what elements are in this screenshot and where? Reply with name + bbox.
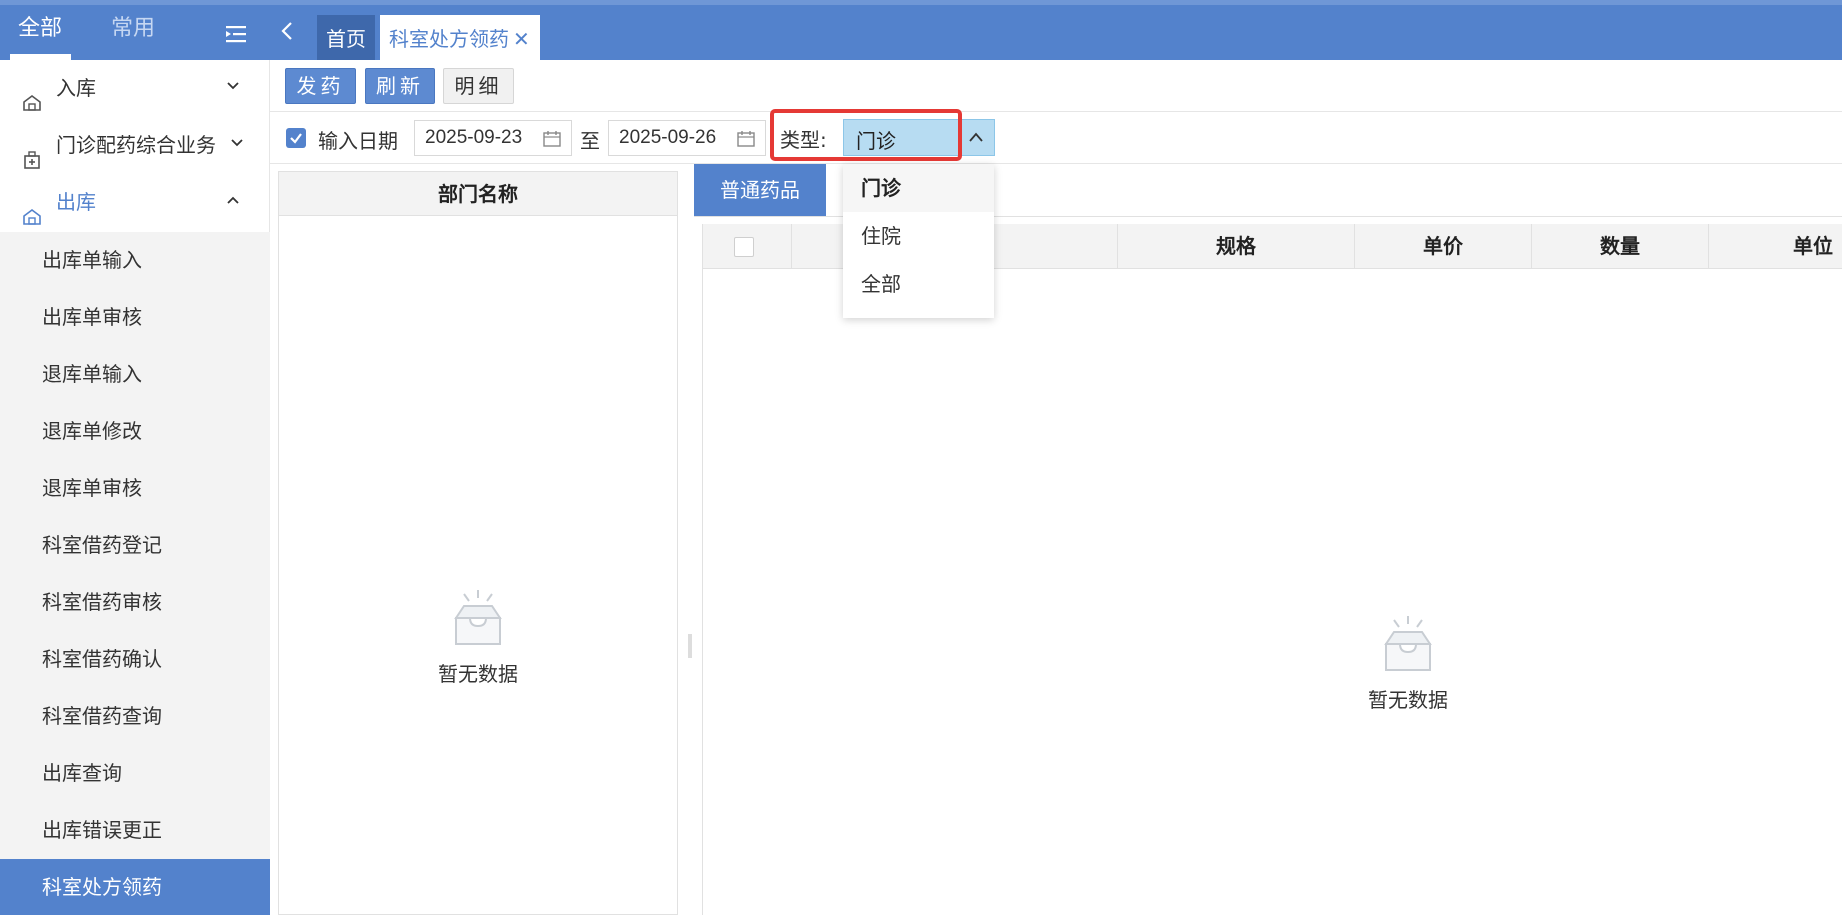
sidebar-item-return-edit[interactable]: 退库单修改: [0, 403, 270, 460]
end-date-value: 2025-09-26: [619, 127, 717, 148]
toolbar: 发药 刷新 明细: [270, 60, 1842, 112]
column-header-select: [703, 224, 792, 269]
warehouse-icon: [22, 78, 42, 111]
chevron-up-icon: [968, 124, 984, 155]
chevron-down-icon: [226, 60, 240, 116]
sidebar-item-dept-prescription[interactable]: 科室处方领药: [0, 859, 270, 915]
type-label: 类型:: [780, 128, 827, 152]
empty-state: 暂无数据: [1333, 614, 1483, 713]
filter-bar: 输入日期 2025-09-23 至 2025-09-26: [270, 113, 1842, 164]
page-tab-home-label: 首页: [326, 27, 366, 51]
menu-fold-icon[interactable]: [224, 24, 248, 44]
to-label: 至: [580, 129, 600, 153]
column-header-department: 部门名称: [279, 172, 677, 216]
page-tab-current-label: 科室处方领药: [389, 27, 509, 51]
sidebar-item-return-input[interactable]: 退库单输入: [0, 346, 270, 403]
column-header-quantity: 数量: [1532, 224, 1709, 269]
sidebar-item-outbound-input[interactable]: 出库单输入: [0, 232, 270, 289]
nav-tab-common[interactable]: 常用: [111, 14, 155, 44]
sidebar-group-outbound[interactable]: 出库: [0, 174, 270, 230]
type-option-all[interactable]: 全部: [843, 260, 994, 308]
sidebar-group-inbound[interactable]: 入库: [0, 60, 270, 116]
date-label: 输入日期: [318, 129, 398, 153]
sidebar-group-label: 入库: [56, 76, 96, 100]
start-date-field[interactable]: 2025-09-23: [414, 120, 572, 156]
sidebar-item-borrow-query[interactable]: 科室借药查询: [0, 688, 270, 745]
sidebar-item-return-audit[interactable]: 退库单审核: [0, 460, 270, 517]
pharmacy-box-icon: [22, 135, 42, 169]
sidebar-item-outbound-audit[interactable]: 出库单审核: [0, 289, 270, 346]
nav-tab-all[interactable]: 全部: [18, 14, 62, 44]
column-header-spec: 规格: [1118, 224, 1355, 269]
refresh-button[interactable]: 刷新: [365, 68, 435, 104]
chevron-up-icon: [226, 174, 240, 230]
type-select[interactable]: 门诊: [843, 119, 995, 156]
column-header-price: 单价: [1355, 224, 1532, 269]
sidebar-group-outpatient[interactable]: 门诊配药综合业务: [0, 117, 270, 173]
sidebar-item-borrow-confirm[interactable]: 科室借药确认: [0, 631, 270, 688]
start-date-value: 2025-09-23: [425, 127, 523, 148]
back-arrow-icon[interactable]: [278, 20, 296, 42]
page-tab-home[interactable]: 首页: [317, 15, 375, 60]
detail-button[interactable]: 明细: [443, 68, 514, 104]
calendar-icon: [737, 130, 755, 147]
dispense-button[interactable]: 发药: [285, 68, 356, 104]
type-option-inpatient[interactable]: 住院: [843, 212, 994, 260]
drug-grid: 规格 单价 数量 单位 暂无数据: [702, 224, 1842, 915]
empty-text: 暂无数据: [1368, 688, 1448, 712]
sidebar-submenu: 出库单输入 出库单审核 退库单输入 退库单修改 退库单审核 科室借药登记 科室借…: [0, 232, 270, 915]
type-option-outpatient[interactable]: 门诊: [843, 164, 994, 212]
column-header-unit: 单位: [1793, 234, 1833, 258]
empty-inbox-icon: [1384, 616, 1432, 671]
warehouse-icon: [22, 192, 42, 225]
sidebar-item-borrow-register[interactable]: 科室借药登记: [0, 517, 270, 574]
sidebar-group-label: 门诊配药综合业务: [56, 133, 216, 157]
sidebar: 入库 门诊配药综合业务 出库 出库单输入 出库单审核 退库单输入 退库单修改 退…: [0, 60, 270, 915]
type-dropdown: 门诊 住院 全部: [843, 164, 994, 318]
empty-inbox-icon: [454, 590, 502, 645]
sidebar-group-label: 出库: [56, 190, 96, 214]
chevron-down-icon: [230, 117, 244, 173]
page-tab-current[interactable]: 科室处方领药 ✕: [380, 15, 540, 60]
select-all-checkbox[interactable]: [734, 237, 754, 257]
top-header: 全部 常用 首页 科室处方领药 ✕: [0, 0, 1842, 60]
empty-state: 暂无数据: [403, 588, 553, 687]
sidebar-item-outbound-query[interactable]: 出库查询: [0, 745, 270, 802]
end-date-field[interactable]: 2025-09-26: [608, 120, 766, 156]
sidebar-item-borrow-audit[interactable]: 科室借药审核: [0, 574, 270, 631]
panel-splitter[interactable]: [688, 634, 692, 658]
tab-regular-drugs[interactable]: 普通药品: [694, 164, 826, 216]
calendar-icon: [543, 130, 561, 147]
close-icon[interactable]: ✕: [513, 15, 530, 63]
department-grid: 部门名称 暂无数据: [278, 171, 678, 915]
header-strip: [0, 0, 1842, 5]
empty-text: 暂无数据: [438, 662, 518, 686]
sidebar-item-outbound-correction[interactable]: 出库错误更正: [0, 802, 270, 859]
date-filter-checkbox[interactable]: [286, 128, 306, 148]
type-select-value: 门诊: [856, 129, 896, 153]
